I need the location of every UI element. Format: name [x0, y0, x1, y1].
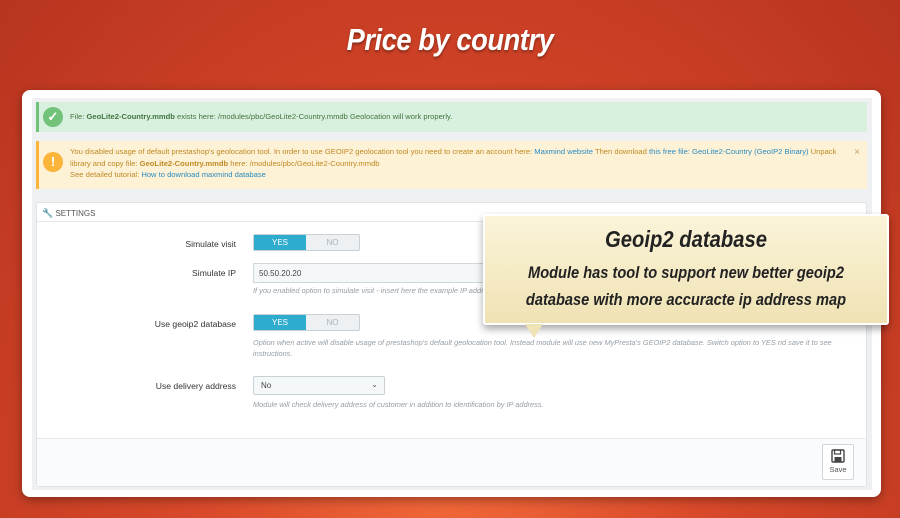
alert-success-text: File: GeoLite2-Country.mmdb exists here:… [70, 111, 847, 123]
panel-heading-label: SETTINGS [55, 209, 96, 218]
alert-text: here: /modules/pbc/GeoLite2-Country.mmdb [228, 158, 380, 168]
callout-title: Geoip2 database [604, 226, 767, 252]
exclamation-icon: ! [43, 152, 63, 172]
floppy-disk-icon [831, 449, 845, 463]
alert-success: ✓ File: GeoLite2-Country.mmdb exists her… [36, 102, 867, 132]
callout-body: Module has tool to support new better ge… [513, 259, 859, 313]
geoip2-help: Option when active will disable usage of… [253, 338, 832, 358]
toggle-yes[interactable]: YES [254, 235, 306, 250]
alert-text: Then download [592, 147, 649, 156]
callout-line: Module has tool to support new better ge… [528, 263, 844, 282]
panel-footer: Save [37, 438, 866, 486]
toggle-no[interactable]: NO [306, 315, 359, 330]
save-button[interactable]: Save [822, 444, 854, 480]
alert-warning: ! You disabled usage of default prestash… [36, 141, 867, 189]
simulate-visit-label: Simulate visit [185, 239, 236, 249]
simulate-ip-label: Simulate IP [192, 268, 236, 278]
wrench-icon: 🔧 [42, 208, 54, 218]
alert-text: You disabled usage of default prestashop… [70, 147, 535, 156]
chevron-down-icon: ⌄ [371, 380, 378, 389]
alert-text: File: [70, 112, 87, 121]
alert-warning-text: You disabled usage of default prestashop… [70, 146, 847, 181]
check-icon: ✓ [43, 107, 63, 127]
delivery-select[interactable]: No ⌄ [253, 376, 385, 395]
geoip2-callout: Geoip2 database Module has tool to suppo… [483, 214, 889, 338]
close-icon[interactable]: × [854, 147, 860, 159]
alert-filename: GeoLite2-Country.mmdb [86, 112, 175, 121]
maxmind-website-link[interactable]: Maxmind website [534, 147, 593, 156]
tutorial-link[interactable]: How to download maxmind database [141, 170, 266, 179]
geoip2-toggle[interactable]: YES NO [253, 314, 360, 331]
free-file-link[interactable]: this free file: GeoLite2-Country (GeoIP2… [649, 147, 809, 156]
save-button-label: Save [829, 465, 847, 474]
delivery-select-value: No [261, 381, 272, 390]
alert-filename: GeoLite2-Country.mmdb [139, 158, 229, 168]
simulate-visit-toggle[interactable]: YES NO [253, 234, 360, 251]
toggle-no[interactable]: NO [306, 235, 359, 250]
alert-text: See detailed tutorial: [70, 170, 142, 179]
banner-title: Price by country [346, 22, 554, 57]
toggle-yes[interactable]: YES [254, 315, 306, 330]
delivery-help: Module will check delivery address of cu… [253, 400, 544, 409]
delivery-label: Use delivery address [155, 381, 236, 391]
alert-text: exists here: /modules/pbc/GeoLite2-Count… [174, 112, 453, 121]
geoip2-label: Use geoip2 database [154, 319, 236, 329]
callout-tail [525, 324, 543, 338]
callout-line: database with more accuracte ip address … [525, 290, 847, 309]
